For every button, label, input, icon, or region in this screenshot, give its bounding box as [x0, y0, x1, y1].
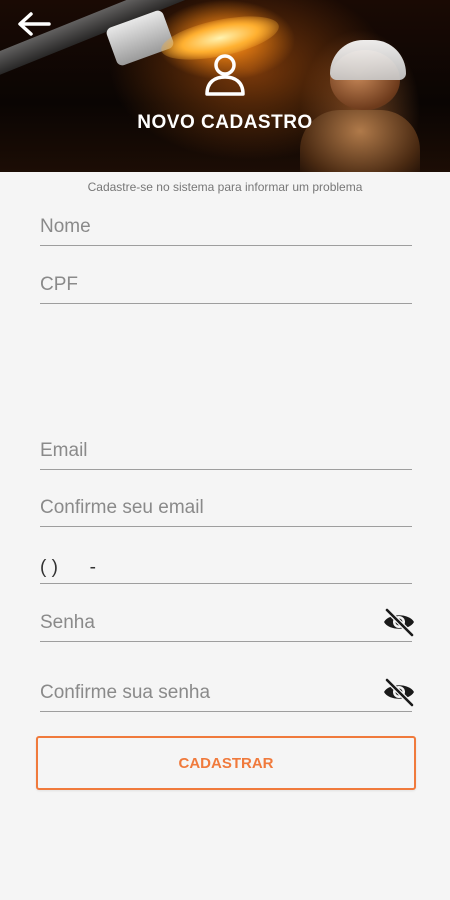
password-field — [40, 602, 414, 642]
phone-field[interactable]: ( ) - — [40, 544, 412, 584]
page-title: NOVO CADASTRO — [137, 112, 313, 133]
arrow-left-icon — [18, 12, 51, 36]
email-input[interactable] — [40, 437, 370, 465]
name-field — [40, 206, 412, 246]
header-banner: NOVO CADASTRO — [0, 0, 450, 172]
password-input[interactable] — [40, 609, 370, 637]
phone-mask: ( ) - — [40, 557, 96, 578]
name-input[interactable] — [40, 213, 370, 241]
form-subtitle: Cadastre-se no sistema para informar um … — [87, 180, 363, 194]
worker-helmet — [330, 40, 406, 80]
eye-off-icon[interactable] — [382, 607, 416, 637]
back-button[interactable] — [14, 6, 54, 42]
confirm-email-field — [40, 487, 412, 527]
cpf-field — [40, 264, 412, 304]
email-field — [40, 430, 412, 470]
confirm-email-input[interactable] — [40, 494, 370, 522]
register-button[interactable]: CADASTRAR — [36, 736, 416, 790]
cpf-input[interactable] — [40, 271, 370, 299]
user-icon — [205, 54, 245, 96]
confirm-password-input[interactable] — [40, 679, 370, 707]
eye-off-icon[interactable] — [382, 677, 416, 707]
confirm-password-field — [40, 672, 414, 712]
